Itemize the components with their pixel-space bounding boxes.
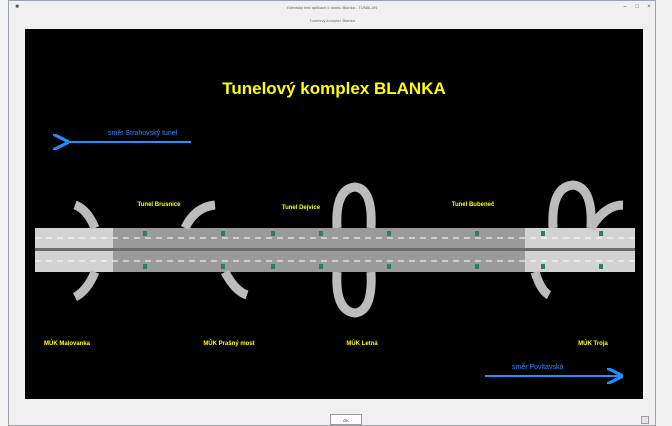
close-icon[interactable]: × [645,4,653,11]
status-indicator [641,416,649,424]
label-junction-letna: MÚK Letná [346,340,378,347]
desktop-edge-right [656,0,672,426]
label-tunnel-brusnice: Tunel Brusnice [138,202,182,208]
direction-east-label: směr Povltavská [512,364,563,371]
app-icon: ■ [15,4,19,10]
label-tunnel-bubenec: Tunel Bubeneč [452,202,495,208]
window-subtitle: Tunelový komplex Blanka [309,18,355,23]
label-junction-prasny-most: MÚK Prašný most [203,340,254,347]
tunnel-scheme-panel: Tunelový komplex BLANKA směr Strahovský … [25,29,643,399]
minimize-icon[interactable]: – [621,4,629,11]
arrow-east-povltavska: směr Povltavská [485,364,621,376]
window-title: Klientský test aplikace k tunelu Blanka … [287,5,377,10]
application-window: Klientský test aplikace k tunelu Blanka … [8,0,656,426]
label-junction-malovanka: MÚK Malovanka [44,340,91,347]
ok-button[interactable]: OK [330,414,362,425]
scheme-title: Tunelový komplex BLANKA [222,79,446,98]
arrow-west-strahov: směr Strahovský tunel [67,130,191,142]
direction-west-label: směr Strahovský tunel [108,130,178,137]
maximize-icon[interactable]: □ [633,4,641,11]
label-tunnel-dejvice: Tunel Dejvice [282,205,321,211]
label-junction-troja: MÚK Troja [578,340,608,347]
